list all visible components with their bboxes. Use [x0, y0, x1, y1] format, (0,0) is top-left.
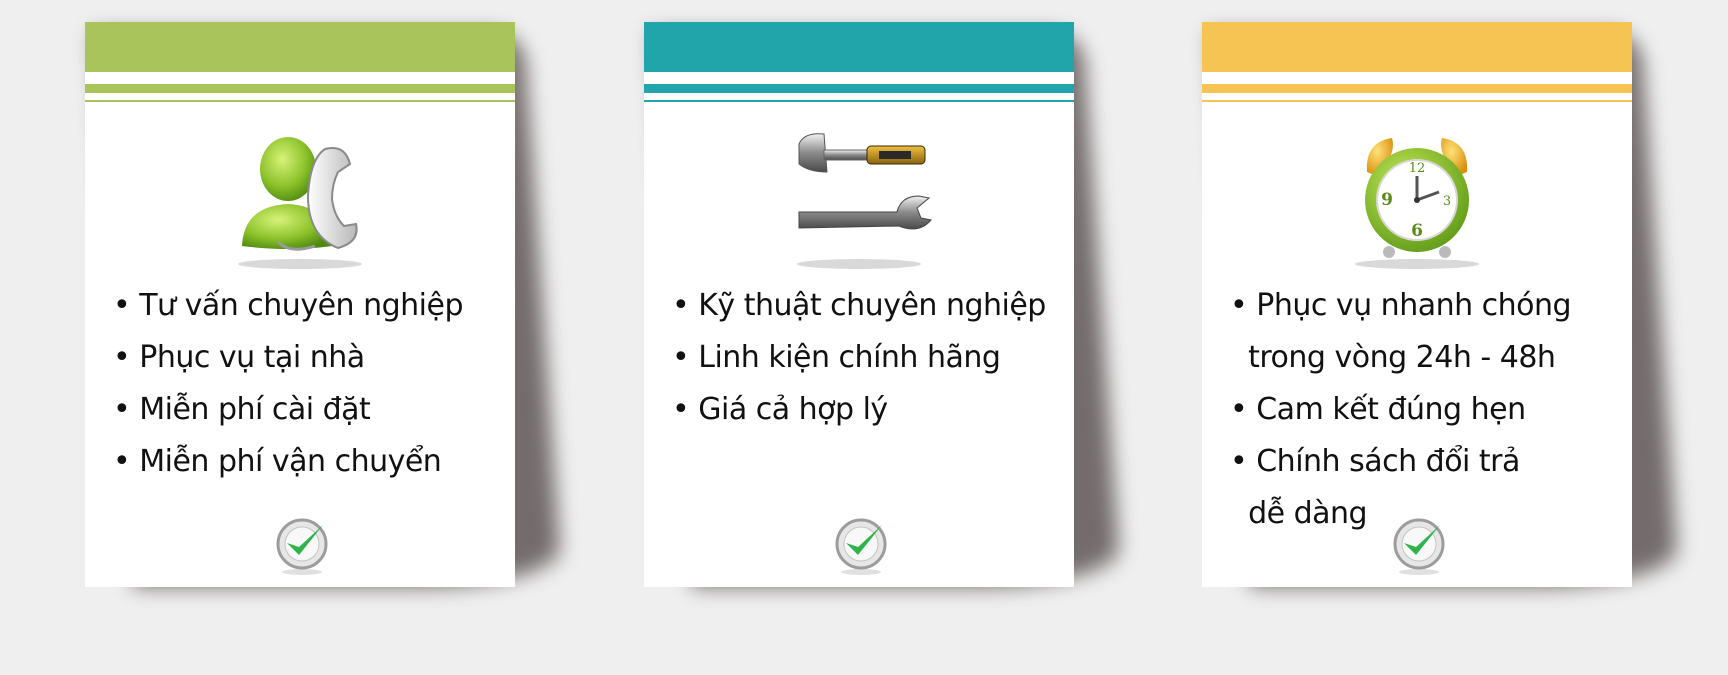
service-card-fast-service: 12 3 6 9 • Phục vụ nhanh chóng trong vòn…: [1202, 22, 1680, 592]
card-header-band: [644, 22, 1074, 72]
service-card-technical: • Kỹ thuật chuyên nghiệp • Linh kiện chí…: [644, 22, 1122, 592]
card-header-band: [85, 22, 515, 72]
card-stripe-thin: [644, 100, 1074, 102]
alarm-clock-icon: 12 3 6 9: [1355, 138, 1479, 269]
card-stripe-thin: [85, 100, 515, 102]
feature-item: • Giá cả hợp lý: [672, 392, 888, 427]
clock-numeral: 6: [1411, 221, 1423, 241]
clock-numeral: 9: [1381, 190, 1393, 210]
feature-item: trong vòng 24h - 48h: [1230, 340, 1556, 375]
feature-item: • Cam kết đúng hẹn: [1230, 392, 1526, 427]
feature-item: • Phục vụ nhanh chóng: [1230, 288, 1572, 323]
card-stripe: [1202, 84, 1632, 93]
clock-numeral: 12: [1409, 161, 1426, 176]
card-stripe: [644, 84, 1074, 93]
feature-list: • Phục vụ nhanh chóng trong vòng 24h - 4…: [1230, 280, 1572, 540]
card-stripe-thin: [1202, 100, 1632, 102]
clock-numeral: 3: [1443, 194, 1451, 209]
service-card-consulting: • Tư vấn chuyên nghiệp • Phục vụ tại nhà…: [85, 22, 563, 592]
feature-item: • Phục vụ tại nhà: [113, 340, 365, 375]
feature-list: • Tư vấn chuyên nghiệp • Phục vụ tại nhà…: [113, 280, 463, 488]
card-header-band: [1202, 22, 1632, 72]
checkmark-badge-icon: [835, 518, 887, 575]
hammer-wrench-icon: [797, 133, 932, 269]
card-stripe: [85, 84, 515, 93]
checkmark-badge-icon: [276, 518, 328, 575]
feature-item: • Tư vấn chuyên nghiệp: [113, 288, 463, 323]
feature-list: • Kỹ thuật chuyên nghiệp • Linh kiện chí…: [672, 280, 1046, 436]
feature-item: • Chính sách đổi trả: [1230, 444, 1520, 479]
feature-item: • Linh kiện chính hãng: [672, 340, 1001, 375]
feature-item: • Kỹ thuật chuyên nghiệp: [672, 288, 1046, 323]
checkmark-badge-icon: [1393, 518, 1445, 575]
feature-item: • Miễn phí cài đặt: [113, 392, 371, 427]
customer-support-icon: [238, 137, 362, 269]
feature-item: • Miễn phí vận chuyển: [113, 444, 442, 479]
